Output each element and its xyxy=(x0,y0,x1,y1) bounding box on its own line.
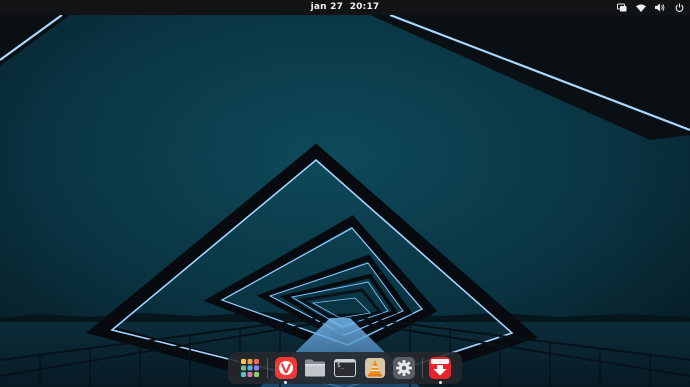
vlc-button[interactable] xyxy=(363,356,387,380)
app-grid-icon xyxy=(240,359,259,377)
wifi-icon[interactable] xyxy=(636,3,646,13)
download-icon xyxy=(429,357,452,379)
clock-button[interactable]: jan 27 20:17 xyxy=(311,2,380,12)
dock-separator xyxy=(267,358,269,378)
volume-icon[interactable] xyxy=(655,3,665,13)
folder-icon xyxy=(305,359,326,377)
clock-date: jan 27 xyxy=(310,2,344,12)
power-icon[interactable] xyxy=(674,3,684,13)
files-button[interactable] xyxy=(303,356,327,380)
clock-time: 20:17 xyxy=(349,2,380,12)
settings-button[interactable] xyxy=(392,356,416,380)
vlc-icon xyxy=(364,358,385,378)
dock-separator xyxy=(421,358,423,378)
terminal-prompt: $_ xyxy=(336,362,345,369)
terminal-button[interactable]: $_ xyxy=(333,356,357,380)
clock: jan 27 20:17 xyxy=(0,0,690,15)
screen-share-icon[interactable] xyxy=(617,3,627,13)
downloader-button[interactable] xyxy=(428,356,452,384)
vivaldi-browser-button[interactable] xyxy=(274,356,298,384)
vivaldi-icon xyxy=(274,357,297,379)
desktop-wallpaper xyxy=(0,0,690,387)
app-grid-button[interactable] xyxy=(238,356,262,380)
gear-icon xyxy=(393,357,416,379)
system-tray[interactable] xyxy=(617,0,684,15)
top-bar: jan 27 20:17 xyxy=(0,0,690,15)
dock: $_ xyxy=(228,352,462,384)
